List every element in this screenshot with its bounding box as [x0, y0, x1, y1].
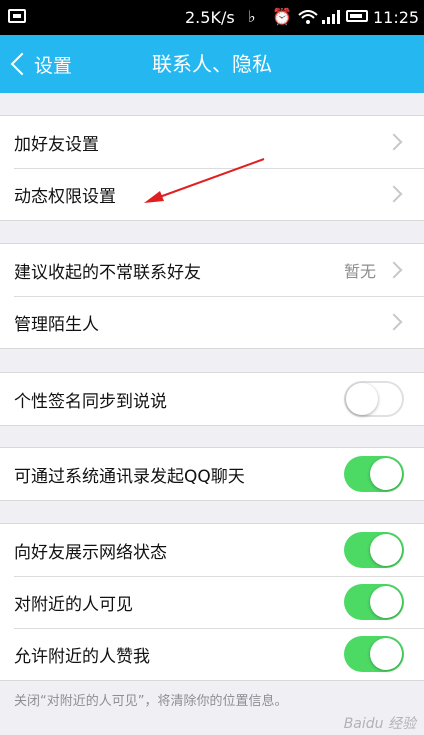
row-value: 暂无 — [343, 262, 376, 281]
status-bar: 2.5K/s ♭ ⏰ 11:25 — [0, 0, 424, 35]
row-show-network-status: 向好友展示网络状态 — [0, 524, 424, 576]
status-time: 11:25 — [373, 8, 420, 27]
footnote: 关闭“对附近的人可见”，将清除你的位置信息。 — [14, 694, 288, 709]
chevron-right-icon — [385, 313, 403, 331]
row-manage-strangers[interactable]: 管理陌生人 — [0, 296, 424, 348]
alarm-icon: ⏰ — [272, 7, 292, 26]
wifi-icon — [298, 10, 318, 24]
row-address-book-chat: 可通过系统通讯录发起QQ聊天 — [0, 448, 424, 500]
network-speed: 2.5K/s — [185, 8, 235, 27]
settings-group-visibility: 向好友展示网络状态 对附近的人可见 允许附近的人赞我 — [0, 523, 424, 681]
toggle-knob — [370, 586, 402, 618]
signal-icon — [322, 10, 340, 24]
settings-group-address-book: 可通过系统通讯录发起QQ聊天 — [0, 447, 424, 501]
screen-icon — [8, 9, 26, 23]
page-title: 联系人、隐私 — [152, 52, 272, 76]
row-label: 个性签名同步到说说 — [14, 391, 167, 412]
nav-bar: 设置 联系人、隐私 — [0, 35, 424, 93]
row-label: 允许附近的人赞我 — [14, 646, 150, 667]
row-suggested-collapse-friends[interactable]: 建议收起的不常联系好友 暂无 — [0, 244, 424, 296]
network-status-toggle[interactable] — [344, 532, 404, 568]
row-label: 向好友展示网络状态 — [14, 542, 167, 563]
nearby-likes-toggle[interactable] — [344, 636, 404, 672]
row-label: 管理陌生人 — [14, 314, 99, 335]
row-label: 加好友设置 — [14, 134, 99, 155]
row-label: 可通过系统通讯录发起QQ聊天 — [14, 466, 245, 487]
chevron-right-icon — [385, 261, 403, 279]
chevron-right-icon — [385, 185, 403, 203]
annotation-arrow — [144, 158, 265, 203]
battery-icon — [346, 10, 368, 22]
signature-sync-toggle[interactable] — [344, 381, 404, 417]
row-allow-nearby-likes: 允许附近的人赞我 — [0, 628, 424, 680]
toggle-knob — [346, 383, 378, 415]
toggle-knob — [370, 638, 402, 670]
row-visible-to-nearby: 对附近的人可见 — [0, 576, 424, 628]
row-label: 动态权限设置 — [14, 186, 116, 207]
row-signature-sync: 个性签名同步到说说 — [0, 373, 424, 425]
toggle-knob — [370, 534, 402, 566]
settings-group-contacts: 建议收起的不常联系好友 暂无 管理陌生人 — [0, 243, 424, 349]
toggle-knob — [370, 458, 402, 490]
visible-to-nearby-toggle[interactable] — [344, 584, 404, 620]
settings-group-signature: 个性签名同步到说说 — [0, 372, 424, 426]
chevron-right-icon — [385, 133, 403, 151]
row-label: 对附近的人可见 — [14, 594, 133, 615]
address-book-chat-toggle[interactable] — [344, 456, 404, 492]
watermark: Baidu 经验 — [343, 716, 416, 732]
row-label: 建议收起的不常联系好友 — [14, 262, 201, 283]
mute-icon: ♭ — [248, 7, 256, 26]
